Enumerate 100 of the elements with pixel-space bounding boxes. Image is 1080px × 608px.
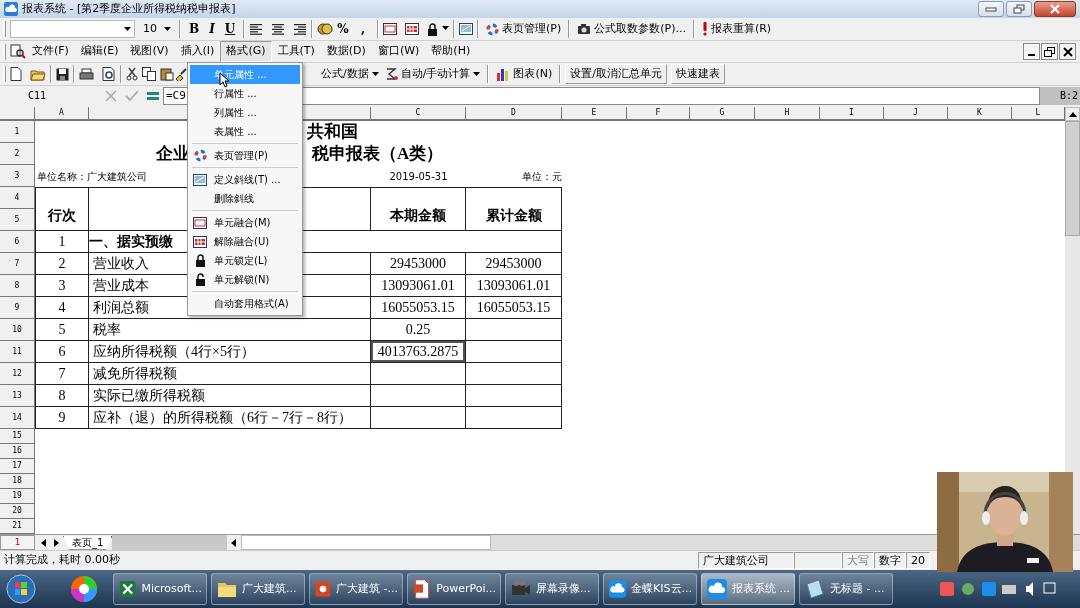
- report-title: 共和国: [307, 121, 358, 144]
- unit-label: 单位：元: [522, 169, 562, 184]
- column-header: G: [690, 107, 755, 121]
- column-header: L: [1012, 107, 1065, 121]
- column-header: D: [466, 107, 562, 121]
- page-number: 1: [0, 535, 35, 550]
- table-cell: 4013763.2875: [371, 341, 466, 363]
- table-cell: 3: [35, 275, 89, 297]
- row-header: 3: [0, 165, 35, 187]
- toolbar-command[interactable]: 公式/数据: [321, 65, 369, 83]
- menu-option[interactable]: 单元解锁(N): [190, 270, 300, 289]
- column-header: K: [948, 107, 1012, 121]
- table-cell: 应补（退）的所得税额（6行－7行－8行）: [89, 407, 371, 429]
- toolbar-button[interactable]: 快速建表: [670, 63, 725, 85]
- table-header: 行次: [35, 187, 89, 231]
- sheet-tab[interactable]: 表页_1: [63, 535, 113, 550]
- taskbar-button[interactable]: 无标题 - ...: [799, 573, 893, 605]
- table-cell: 税率: [89, 319, 371, 341]
- status-indicator: 数字: [874, 552, 906, 569]
- menu-item[interactable]: 文件(F): [26, 41, 75, 62]
- menu-option[interactable]: 表属性 ...: [190, 122, 300, 141]
- table-cell: 0.25: [371, 319, 466, 341]
- menu-item[interactable]: 编辑(E): [74, 41, 125, 62]
- row-header: 7: [0, 253, 35, 275]
- menu-item[interactable]: 窗口(W): [371, 41, 426, 62]
- table-cell: 13093061.01: [466, 275, 562, 297]
- menu-option[interactable]: 单元锁定(L): [190, 251, 300, 270]
- table-cell: 应纳所得税额（4行×5行）: [89, 341, 371, 363]
- taskbar-button[interactable]: 金蝶KIS云...: [603, 573, 697, 605]
- comma-button[interactable]: ,: [353, 20, 373, 38]
- taskbar-button[interactable]: Microsoft...: [113, 573, 207, 605]
- row-header: 9: [0, 297, 35, 319]
- row-header: 20: [0, 504, 35, 519]
- toolbar-command[interactable]: 报表重算(R): [710, 20, 772, 38]
- table-cell: 8: [35, 385, 89, 407]
- menu-option[interactable]: 列属性 ...: [190, 103, 300, 122]
- row-header: 4: [0, 187, 35, 209]
- taskbar-button[interactable]: 屏幕录像...: [505, 573, 599, 605]
- row-header: 17: [0, 459, 35, 474]
- taskbar-button[interactable]: 广大建筑 -...: [309, 573, 403, 605]
- menu-item[interactable]: 数据(D): [320, 41, 372, 62]
- table-cell: 减免所得税额: [89, 363, 371, 385]
- table-cell: 9: [35, 407, 89, 429]
- font-size-dropdown[interactable]: 10: [139, 20, 175, 38]
- column-header: I: [820, 107, 884, 121]
- toolbar-command[interactable]: 表页管理(P): [502, 20, 562, 38]
- row-header: 13: [0, 385, 35, 407]
- menu-option[interactable]: 解除融合(U): [190, 232, 300, 251]
- sheet-position: B:2: [1040, 86, 1080, 105]
- row-header: 15: [0, 429, 35, 444]
- menu-item[interactable]: 工具(T): [271, 41, 321, 62]
- toolbar-command[interactable]: 自动/手动计算: [400, 65, 471, 83]
- row-header: 11: [0, 341, 35, 363]
- status-indicator: 大写: [842, 552, 874, 569]
- column-header: J: [884, 107, 948, 121]
- table-cell: 29453000: [466, 253, 562, 275]
- column-header: A: [35, 107, 89, 121]
- table-cell: 29453000: [371, 253, 466, 275]
- column-header: C: [371, 107, 466, 121]
- status-message: 计算完成，耗时 0.00秒: [3, 552, 121, 569]
- column-header: E: [562, 107, 627, 121]
- menu-option[interactable]: 表页管理(P): [190, 146, 300, 165]
- status-indicator: 20: [906, 552, 930, 569]
- cell-name: C11: [27, 89, 48, 103]
- taskbar-button[interactable]: 广大建筑...: [211, 573, 305, 605]
- row-header: 16: [0, 444, 35, 459]
- menu-option[interactable]: 定义斜线(T) ...: [190, 170, 300, 189]
- table-cell: 4: [35, 297, 89, 319]
- menu-item[interactable]: 格式(G): [220, 41, 272, 62]
- toolbar-command[interactable]: 公式取数参数(P)...: [594, 20, 686, 38]
- menu-item[interactable]: 插入(I): [174, 41, 221, 62]
- table-header: 本期金额: [371, 187, 466, 231]
- menu-item[interactable]: 帮助(H): [425, 41, 477, 62]
- row-header: 10: [0, 319, 35, 341]
- table-cell: 2: [35, 253, 89, 275]
- row-header: 5: [0, 209, 35, 231]
- column-header: H: [755, 107, 820, 121]
- row-header: 1: [0, 121, 35, 143]
- menu-option[interactable]: 单元融合(M): [190, 213, 300, 232]
- menu-option[interactable]: 行属性 ...: [190, 84, 300, 103]
- underline-button[interactable]: U: [221, 20, 239, 38]
- toolbar-button[interactable]: 设置/取消汇总单元: [565, 63, 667, 85]
- menu-option[interactable]: 自动套用格式(A): [190, 294, 300, 313]
- table-cell: 5: [35, 319, 89, 341]
- report-date: 2019-05-31: [389, 169, 448, 184]
- italic-button[interactable]: I: [203, 20, 221, 38]
- menu-item[interactable]: 视图(V): [124, 41, 175, 62]
- toolbar-command[interactable]: 图表(N): [513, 65, 553, 83]
- table-header: 累计金额: [466, 187, 562, 231]
- table-cell: 1: [35, 231, 89, 253]
- row-header: 14: [0, 407, 35, 429]
- menu-option[interactable]: 删除斜线: [190, 189, 300, 208]
- table-cell: 16055053.15: [466, 297, 562, 319]
- table-cell: 16055053.15: [371, 297, 466, 319]
- row-header: 21: [0, 519, 35, 534]
- row-header: 12: [0, 363, 35, 385]
- status-panel: 广大建筑公司: [698, 552, 794, 569]
- taskbar-button[interactable]: PowerPoi...: [407, 573, 501, 605]
- bold-button[interactable]: B: [185, 20, 203, 38]
- percent-button[interactable]: %: [333, 20, 353, 38]
